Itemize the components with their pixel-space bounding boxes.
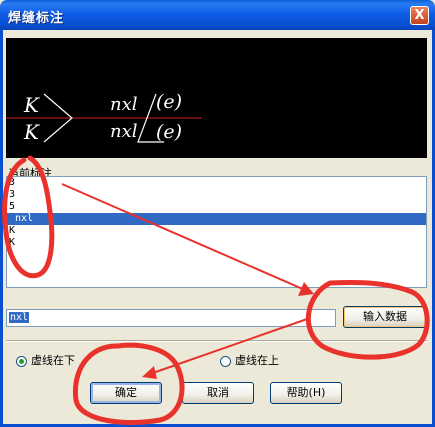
list-item[interactable]: 5 — [7, 201, 426, 213]
weld-symbol-drawing: K K nxl nxl (e) (e) — [6, 91, 202, 144]
list-item[interactable]: K — [7, 225, 426, 237]
radio-dashed-below-label: 虚线在下 — [31, 354, 75, 367]
help-button[interactable]: 帮助(H) — [270, 382, 342, 404]
list-item[interactable]: 3 — [7, 189, 426, 201]
window-title: 焊缝标注 — [8, 11, 65, 26]
preview-k-bottom: K — [23, 120, 40, 144]
data-input-field[interactable]: nxl — [6, 309, 336, 327]
preview-e-bottom: (e) — [156, 121, 182, 143]
list-item-selected[interactable]: nxl — [7, 213, 426, 225]
preview-e-top: (e) — [156, 91, 182, 113]
divider — [6, 340, 427, 342]
radio-checked-icon — [16, 355, 27, 367]
ok-button[interactable]: 确定 — [90, 382, 162, 404]
list-item[interactable]: K — [7, 237, 426, 249]
radio-dashed-above-label: 虚线在上 — [235, 354, 279, 367]
radio-unchecked-icon — [220, 355, 231, 367]
cancel-button[interactable]: 取消 — [182, 382, 254, 404]
title-bar: 焊缝标注 X — [0, 0, 435, 30]
weld-symbol-preview: K K nxl nxl (e) (e) — [6, 38, 427, 158]
annotation-list[interactable]: 3 3 5 nxl K K — [6, 176, 427, 288]
radio-dashed-below[interactable]: 虚线在下 — [16, 354, 75, 368]
close-button[interactable]: X — [410, 6, 429, 25]
preview-k-top: K — [23, 93, 40, 117]
preview-nxl-bottom: nxl — [110, 121, 138, 142]
input-data-button[interactable]: 输入数据 — [343, 306, 427, 328]
radio-dashed-above[interactable]: 虚线在上 — [220, 354, 279, 368]
list-item[interactable]: 3 — [7, 177, 426, 189]
data-input-value: nxl — [9, 312, 30, 323]
preview-nxl-top: nxl — [110, 94, 138, 115]
